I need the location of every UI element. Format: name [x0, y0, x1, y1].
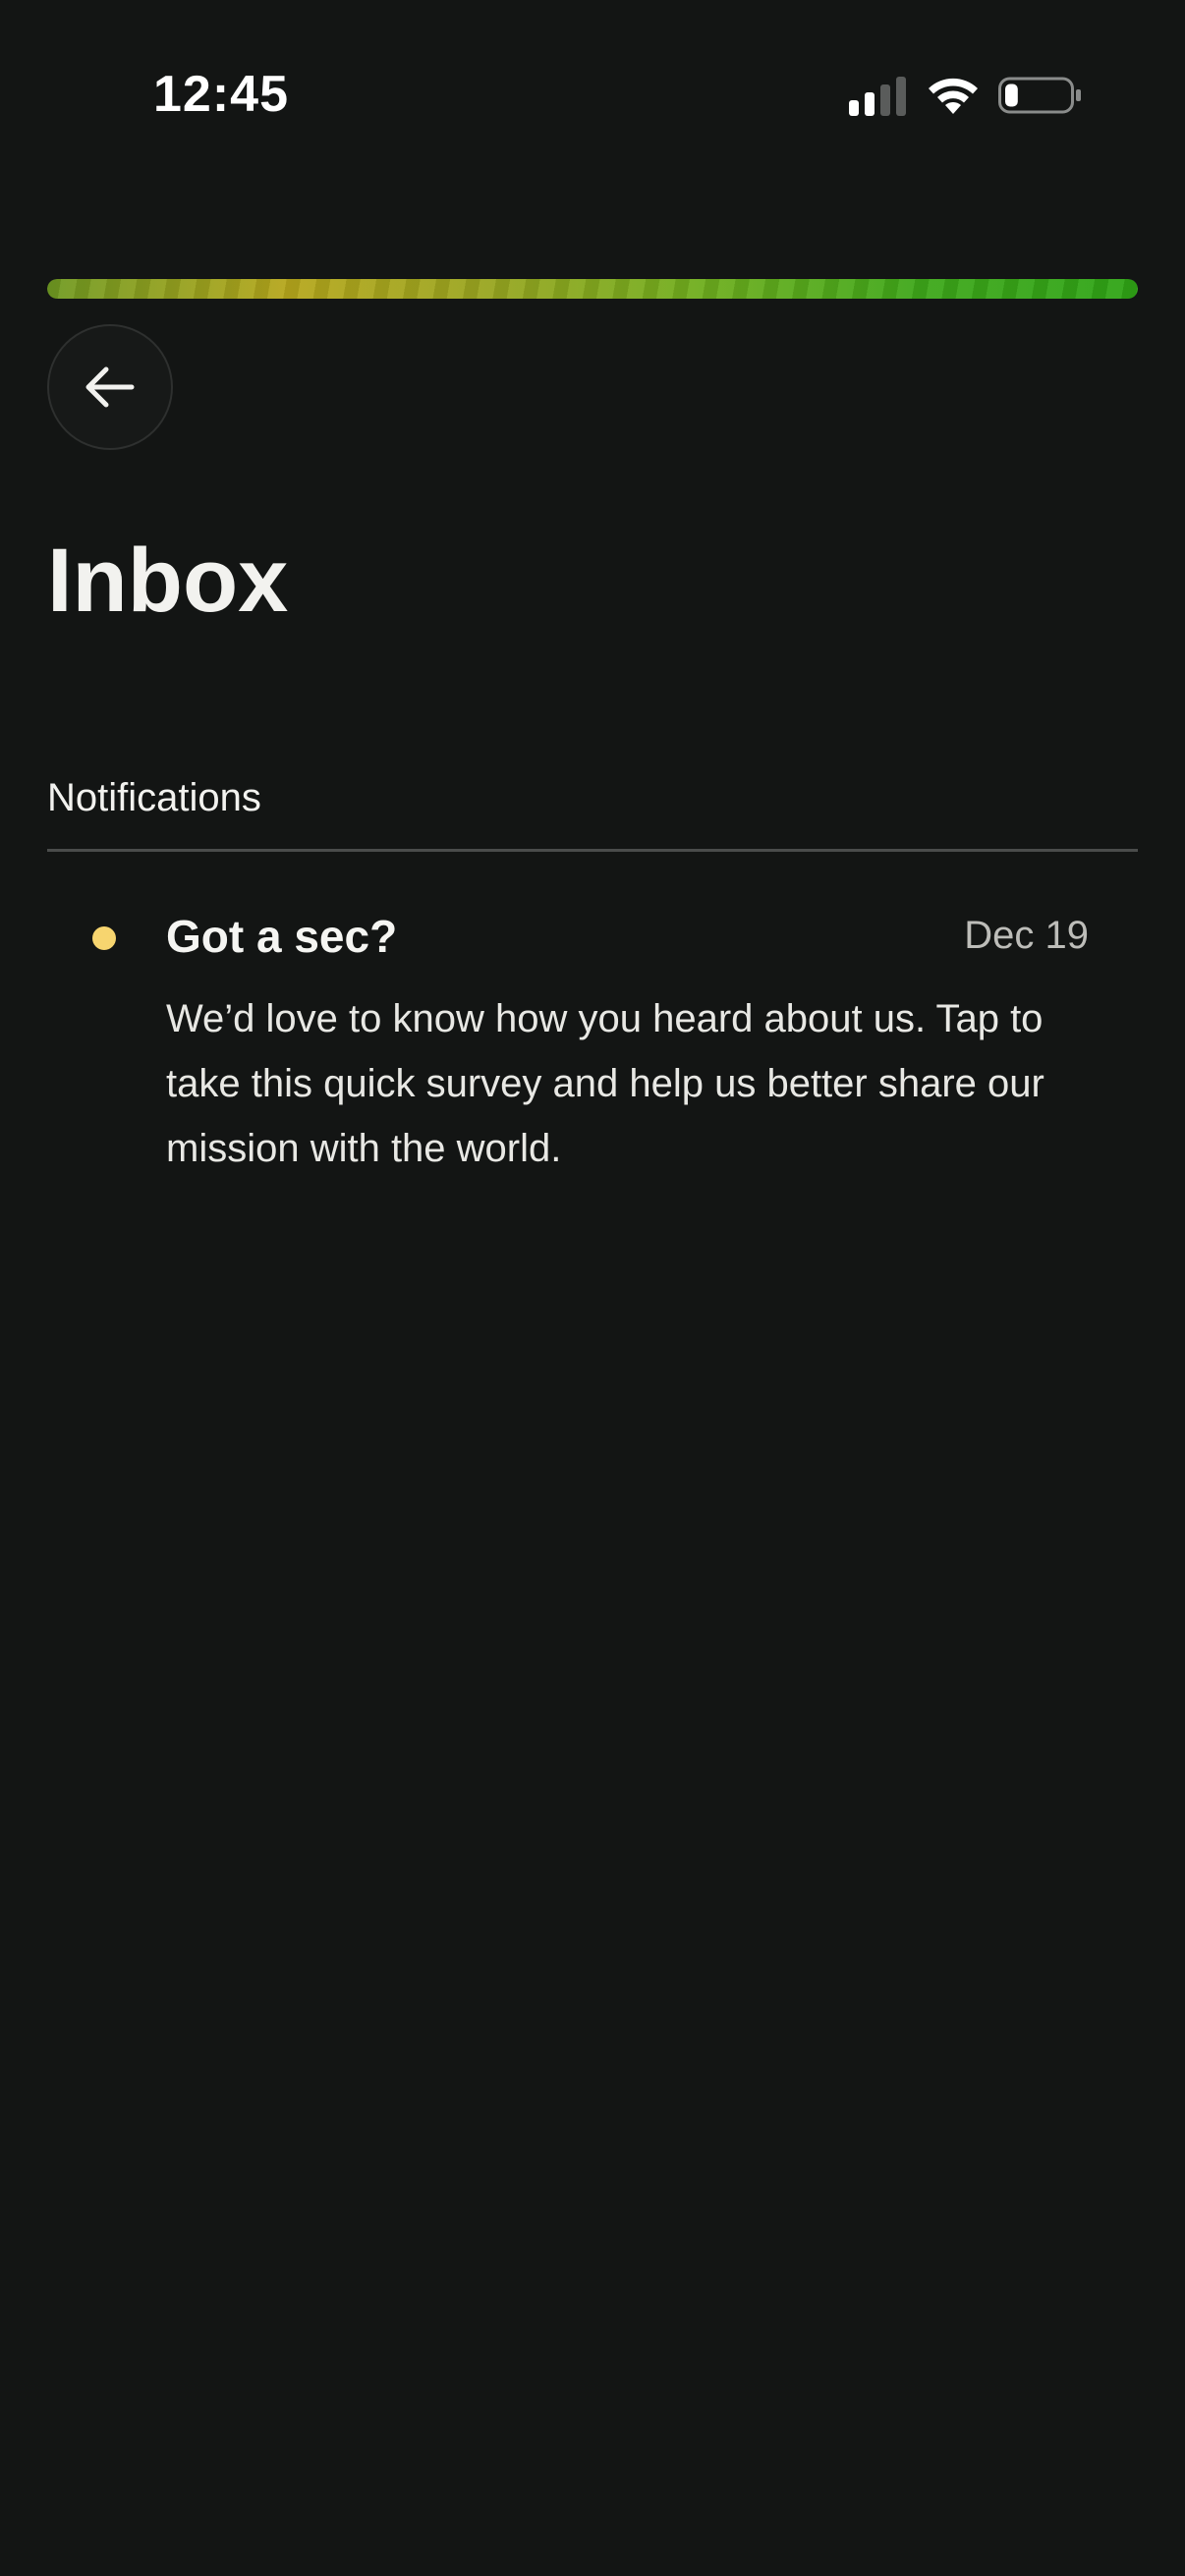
notification-item[interactable]: Got a sec? Dec 19 We’d love to know how … — [47, 884, 1138, 1199]
section-divider — [47, 849, 1138, 852]
notification-body: We’d love to know how you heard about us… — [166, 997, 1044, 1170]
notification-date: Dec 19 — [964, 914, 1089, 957]
status-time: 12:45 — [153, 66, 289, 123]
page-title: Inbox — [47, 531, 289, 631]
arrow-left-icon — [85, 366, 135, 408]
progress-bar-fill — [47, 279, 1138, 299]
status-bar: 12:45 — [0, 0, 1185, 196]
back-button[interactable] — [47, 324, 173, 450]
notifications-section-header: Notifications — [47, 776, 261, 819]
cellular-signal-icon — [849, 77, 906, 116]
unread-indicator-dot — [92, 926, 116, 950]
battery-icon — [998, 77, 1081, 114]
progress-bar — [47, 279, 1138, 299]
notification-title: Got a sec? — [166, 911, 398, 962]
wifi-icon — [929, 78, 978, 114]
